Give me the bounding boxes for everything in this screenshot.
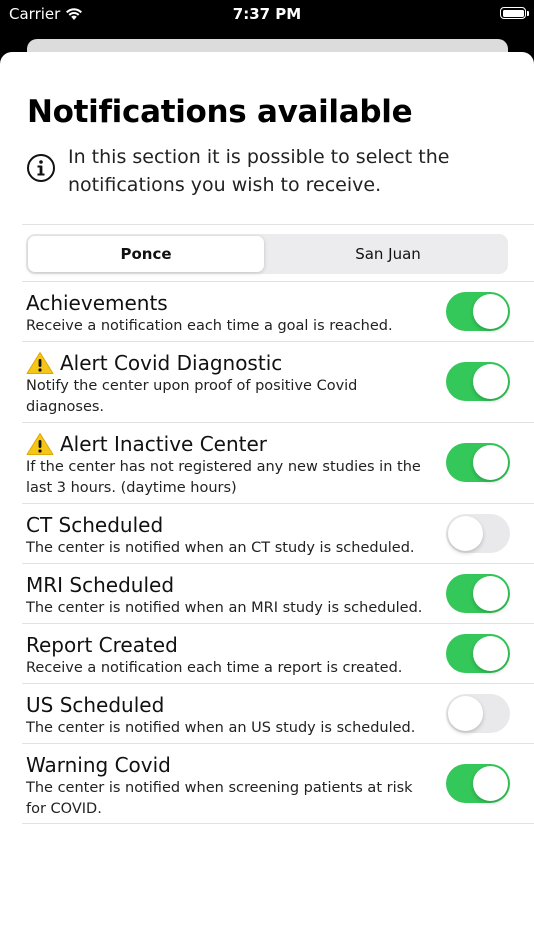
notification-row-mri-scheduled: MRI Scheduled The center is notified whe… — [22, 563, 534, 623]
notification-title: CT Scheduled — [26, 513, 164, 537]
notification-description: The center is notified when an MRI study… — [26, 600, 423, 616]
segment-ponce[interactable]: Ponce — [28, 236, 264, 272]
notification-row-achievements: Achievements Receive a notification each… — [22, 281, 534, 341]
notification-title: Alert Inactive Center — [26, 432, 267, 456]
report-created-toggle[interactable] — [446, 634, 510, 673]
location-segmented-control[interactable]: Ponce San Juan — [26, 234, 508, 274]
notification-row-alert-covid-diagnostic: Alert Covid Diagnostic Notify the center… — [22, 341, 534, 422]
warning-triangle-icon — [26, 433, 54, 455]
notification-title: Achievements — [26, 291, 168, 315]
us-scheduled-toggle[interactable] — [446, 694, 510, 733]
info-text: In this section it is possible to select… — [68, 146, 450, 196]
notification-row-ct-scheduled: CT Scheduled The center is notified when… — [22, 503, 534, 563]
warning-covid-toggle[interactable] — [446, 764, 510, 803]
notification-list: Achievements Receive a notification each… — [0, 281, 534, 824]
notification-title: MRI Scheduled — [26, 573, 175, 597]
alert-covid-diagnostic-toggle[interactable] — [446, 362, 510, 401]
notification-row-warning-covid: Warning Covid The center is notified whe… — [22, 743, 534, 824]
status-bar: Carrier 7:37 PM — [0, 0, 534, 30]
divider — [22, 224, 534, 225]
ct-scheduled-toggle[interactable] — [446, 514, 510, 553]
segment-san-juan[interactable]: San Juan — [270, 236, 506, 272]
notification-description: The center is notified when an CT study … — [26, 540, 415, 556]
notification-description: The center is notified when screening pa… — [26, 780, 413, 817]
notification-title: US Scheduled — [26, 693, 165, 717]
notification-row-report-created: Report Created Receive a notification ea… — [22, 623, 534, 683]
notification-title: Report Created — [26, 633, 178, 657]
warning-triangle-icon — [26, 352, 54, 374]
notification-row-alert-inactive-center: Alert Inactive Center If the center has … — [22, 422, 534, 503]
notification-row-us-scheduled: US Scheduled The center is notified when… — [22, 683, 534, 743]
info-circle-icon — [27, 154, 55, 182]
notification-description: Notify the center upon proof of positive… — [26, 378, 358, 415]
notification-description: The center is notified when an US study … — [26, 720, 416, 736]
page-title: Notifications available — [27, 94, 413, 130]
achievements-toggle[interactable] — [446, 292, 510, 331]
alert-inactive-center-toggle[interactable] — [446, 443, 510, 482]
notification-description: Receive a notification each time a goal … — [26, 318, 393, 334]
notification-description: If the center has not registered any new… — [26, 459, 421, 496]
battery-icon — [500, 7, 529, 19]
mri-scheduled-toggle[interactable] — [446, 574, 510, 613]
notification-description: Receive a notification each time a repor… — [26, 660, 403, 676]
notification-title: Warning Covid — [26, 753, 171, 777]
notifications-sheet: Notifications available In this section … — [0, 52, 534, 950]
status-time: 7:37 PM — [232, 5, 302, 23]
notification-title: Alert Covid Diagnostic — [26, 351, 282, 375]
